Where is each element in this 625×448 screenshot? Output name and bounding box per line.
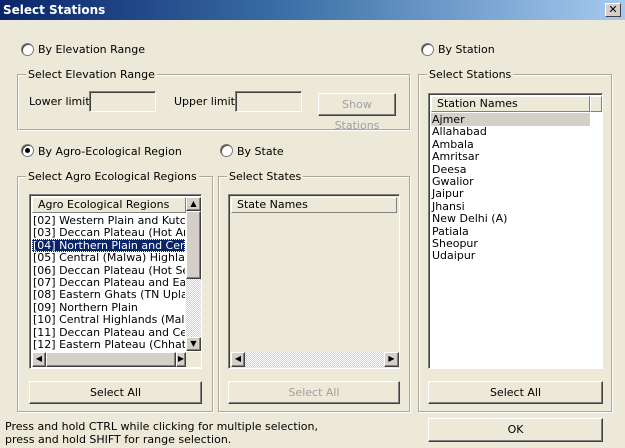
scroll-left-arrow-icon: ◀ bbox=[234, 354, 242, 363]
scroll-right-arrow-icon: ▶ bbox=[388, 354, 395, 363]
upper-limit-input[interactable] bbox=[235, 91, 302, 112]
scroll-right-arrow-icon: ▶ bbox=[177, 354, 185, 363]
station-item[interactable]: Deesa bbox=[431, 163, 590, 176]
states-scroll-right-button[interactable]: ▶ bbox=[384, 352, 399, 367]
lower-limit-label: Lower limit: bbox=[29, 95, 94, 108]
ok-button[interactable]: OK bbox=[428, 418, 603, 442]
scroll-up-arrow-icon: ▲ bbox=[190, 199, 197, 208]
agro-scroll-left-button[interactable]: ◀ bbox=[32, 352, 46, 367]
by-elevation-label[interactable]: By Elevation Range bbox=[38, 43, 145, 56]
states-hscroll-track[interactable] bbox=[245, 352, 384, 367]
states-scroll-left-button[interactable]: ◀ bbox=[231, 352, 245, 367]
states-select-all-button[interactable]: Select All bbox=[228, 381, 400, 404]
by-station-label[interactable]: By Station bbox=[438, 43, 495, 56]
show-stations-button[interactable]: Show Stations bbox=[318, 93, 396, 132]
station-item[interactable]: Jhansi bbox=[431, 200, 590, 213]
agro-region-item[interactable]: [10] Central Highlands (Malwa an bbox=[32, 313, 185, 326]
station-item[interactable]: Amritsar bbox=[431, 150, 590, 163]
by-agro-region-radio[interactable] bbox=[21, 144, 34, 157]
agro-regions-column-header[interactable]: Agro Ecological Regions bbox=[32, 197, 186, 213]
stations-list[interactable]: Station Names Ajmer Allahabad Ambala Amrits… bbox=[428, 93, 603, 369]
stations-group-title: Select Stations bbox=[427, 68, 514, 81]
station-item[interactable]: Udaipur bbox=[431, 249, 590, 262]
agro-regions-list[interactable]: Agro Ecological Regions [02] Western Pla… bbox=[29, 194, 202, 369]
agro-region-item[interactable]: [06] Deccan Plateau (Hot Semi-Ar bbox=[32, 264, 185, 277]
states-group-title: Select States bbox=[227, 170, 304, 183]
station-item[interactable]: Jaipur bbox=[431, 187, 590, 200]
window-title: Select Stations bbox=[3, 3, 106, 17]
station-item[interactable]: Gwalior bbox=[431, 175, 590, 188]
close-icon: ✕ bbox=[608, 3, 618, 16]
states-column-header[interactable]: State Names bbox=[231, 197, 397, 213]
by-agro-region-label[interactable]: By Agro-Ecological Region bbox=[38, 145, 182, 158]
agro-region-item[interactable]: [05] Central (Malwa) Highlands ar bbox=[32, 251, 185, 264]
by-state-label[interactable]: By State bbox=[237, 145, 284, 158]
upper-limit-label: Upper limit: bbox=[174, 95, 239, 108]
scroll-left-arrow-icon: ◀ bbox=[35, 354, 43, 363]
hint-line-1: Press and hold CTRL while clicking for m… bbox=[5, 420, 318, 433]
stations-select-all-button[interactable]: Select All bbox=[428, 381, 603, 404]
agro-region-item[interactable]: [07] Deccan Plateau and Eastern bbox=[32, 276, 185, 289]
station-item[interactable]: Allahabad bbox=[431, 125, 590, 138]
hint-line-2: press and hold SHIFT for range selection… bbox=[5, 433, 232, 446]
agro-region-item[interactable]: [09] Northern Plain bbox=[32, 301, 185, 314]
radio-selected-dot bbox=[25, 148, 30, 153]
states-list[interactable]: State Names ◀ ▶ bbox=[228, 194, 400, 369]
station-item[interactable]: Patiala bbox=[431, 225, 590, 238]
agro-scroll-track[interactable] bbox=[186, 279, 201, 337]
stations-column-header-filler bbox=[590, 96, 602, 112]
select-stations-dialog: Select Stations ✕ By Elevation Range By … bbox=[0, 0, 625, 448]
lower-limit-input[interactable] bbox=[89, 91, 156, 112]
by-state-radio[interactable] bbox=[220, 144, 233, 157]
agro-region-item[interactable]: [04] Northern Plain and Central H bbox=[32, 238, 185, 252]
by-station-radio[interactable] bbox=[421, 43, 434, 56]
agro-region-item[interactable]: [02] Western Plain and Kutch Per bbox=[32, 214, 185, 227]
agro-scroll-down-button[interactable]: ▼ bbox=[186, 337, 201, 351]
station-item[interactable]: New Delhi (A) bbox=[431, 212, 590, 225]
agro-region-item[interactable]: [12] Eastern Plateau (Chhattisg bbox=[32, 338, 185, 351]
close-button[interactable]: ✕ bbox=[605, 3, 621, 17]
elevation-group-title: Select Elevation Range bbox=[26, 68, 157, 81]
station-item[interactable]: Ambala bbox=[431, 138, 590, 151]
title-bar[interactable]: Select Stations ✕ bbox=[0, 0, 625, 20]
station-item[interactable]: Ajmer bbox=[431, 113, 590, 126]
agro-group-title: Select Agro Ecological Regions bbox=[26, 170, 199, 183]
agro-region-item[interactable]: [03] Deccan Plateau (Hot Arid) bbox=[32, 226, 185, 239]
scroll-down-arrow-icon: ▼ bbox=[190, 339, 197, 348]
agro-scroll-right-button[interactable]: ▶ bbox=[176, 352, 186, 367]
station-item[interactable]: Sheopur bbox=[431, 237, 590, 250]
agro-region-item[interactable]: [11] Deccan Plateau and Central bbox=[32, 326, 185, 339]
agro-scroll-thumb[interactable] bbox=[186, 211, 201, 279]
by-elevation-radio[interactable] bbox=[21, 43, 34, 56]
agro-select-all-button[interactable]: Select All bbox=[29, 381, 202, 404]
stations-column-header[interactable]: Station Names bbox=[431, 96, 590, 112]
agro-scroll-up-button[interactable]: ▲ bbox=[186, 197, 201, 211]
scroll-corner bbox=[186, 352, 201, 367]
agro-region-item[interactable]: [08] Eastern Ghats (TN Uplands) bbox=[32, 288, 185, 301]
agro-hscroll-thumb[interactable] bbox=[46, 352, 176, 367]
